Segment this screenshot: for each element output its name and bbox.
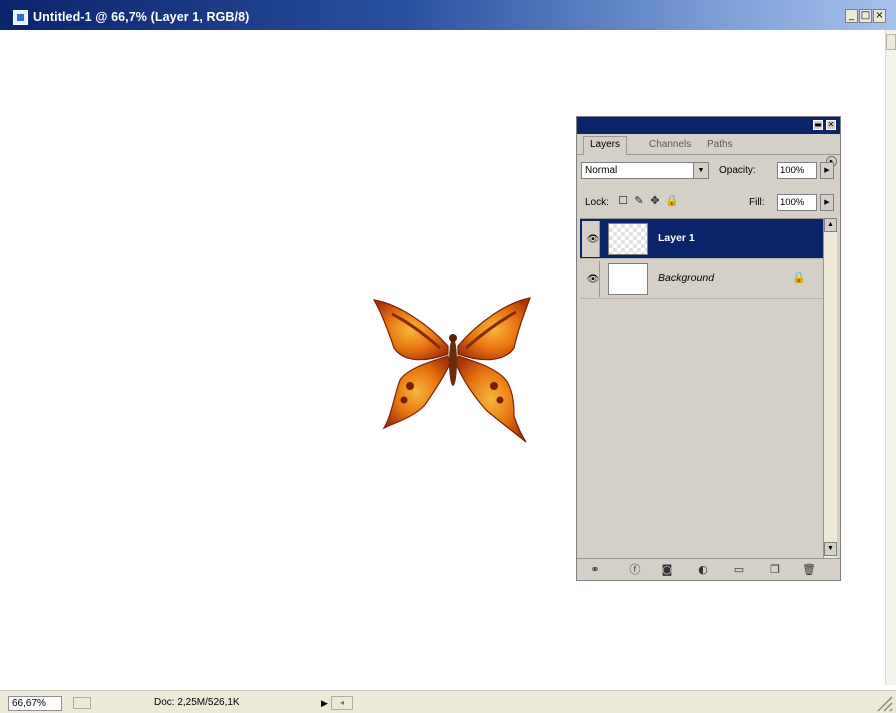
tab-channels[interactable]: Channels (643, 137, 697, 153)
layer-list: 👁 Layer 1 👁 Background 🔒 (580, 218, 823, 559)
panel-scrollbar[interactable]: ▲ ▼ (823, 218, 837, 558)
panel-footer: ⚭ ⓕ ◙ ◐ ▭ ❐ 🗑 (577, 558, 840, 581)
scroll-up-button[interactable] (886, 34, 896, 50)
layer-thumbnail (608, 223, 648, 255)
document-title: Untitled-1 @ 66,7% (Layer 1, RGB/8) (33, 10, 250, 24)
opacity-slider-button[interactable]: ▶ (820, 162, 834, 179)
document-info: Doc: 2,25M/526,1K (154, 697, 240, 708)
layer-name[interactable]: Background (658, 272, 714, 284)
opacity-label: Opacity: (719, 165, 756, 176)
eye-icon: 👁 (586, 274, 600, 285)
restore-button[interactable]: □ (859, 9, 872, 23)
lock-pixels-icon[interactable]: ✎ (633, 194, 645, 207)
blend-mode-value: Normal (585, 165, 618, 176)
lock-transparency-icon[interactable]: ☐ (617, 194, 629, 207)
panel-close-button[interactable]: ✕ (826, 120, 836, 130)
status-menu-arrow-icon[interactable]: ▶ (318, 696, 331, 710)
lock-position-icon[interactable]: ✥ (649, 194, 661, 207)
link-icon[interactable]: ⚭ (587, 563, 603, 577)
visibility-toggle[interactable]: 👁 (582, 221, 600, 257)
document-icon[interactable] (13, 10, 28, 25)
lock-all-icon[interactable]: 🔒 (665, 194, 679, 207)
tab-layers[interactable]: Layers (583, 136, 628, 155)
tab-paths[interactable]: Paths (701, 137, 739, 153)
horizontal-scrollbar[interactable]: ◂ (331, 696, 353, 710)
fill-label: Fill: (749, 197, 765, 208)
layer-row-background[interactable]: 👁 Background 🔒 (580, 259, 823, 299)
butterfly-image (372, 297, 531, 443)
lock-icon: 🔒 (792, 271, 806, 284)
visibility-toggle[interactable]: 👁 (582, 261, 600, 297)
new-layer-icon[interactable]: ❐ (767, 563, 783, 577)
layer-style-icon[interactable]: ⓕ (627, 563, 643, 577)
window-left-edge (0, 30, 8, 713)
close-button[interactable]: × (873, 9, 886, 23)
trash-icon[interactable]: 🗑 (801, 563, 817, 577)
opacity-input[interactable]: 100% (777, 162, 817, 179)
chevron-down-icon[interactable]: ▼ (693, 163, 708, 178)
status-bar: 66,67% Doc: 2,25M/526,1K ▶ ◂ (0, 690, 896, 713)
zoom-input[interactable]: 66,67% (8, 696, 62, 711)
folder-icon[interactable]: ▭ (731, 563, 747, 577)
layer-thumbnail (608, 263, 648, 295)
resize-grip-icon[interactable] (872, 693, 896, 713)
lock-label: Lock: (585, 197, 609, 208)
fill-input[interactable]: 100% (777, 194, 817, 211)
blend-mode-select[interactable]: Normal ▼ (581, 162, 709, 179)
document-titlebar[interactable]: Untitled-1 @ 66,7% (Layer 1, RGB/8) _ □ … (0, 0, 896, 30)
adjustment-icon[interactable]: ◐ (695, 563, 711, 577)
vertical-scrollbar[interactable] (885, 30, 896, 685)
scroll-down-arrow-icon[interactable]: ▼ (824, 542, 837, 556)
status-info-icon[interactable] (73, 697, 91, 709)
eye-icon: 👁 (586, 234, 600, 245)
fill-slider-button[interactable]: ▶ (820, 194, 834, 211)
panel-minimize-button[interactable]: ▬ (813, 120, 823, 130)
mask-icon[interactable]: ◙ (659, 563, 675, 577)
minimize-button[interactable]: _ (845, 9, 858, 23)
panel-titlebar[interactable]: ▬ ✕ (577, 117, 840, 134)
layer-row-layer-1[interactable]: 👁 Layer 1 (580, 219, 823, 259)
layers-panel[interactable]: ▬ ✕ Layers Channels Paths ▸ Normal ▼ Opa… (576, 116, 841, 581)
scroll-up-arrow-icon[interactable]: ▲ (824, 218, 837, 232)
layer-name[interactable]: Layer 1 (658, 232, 695, 244)
panel-tabs: Layers Channels Paths ▸ (577, 134, 840, 167)
